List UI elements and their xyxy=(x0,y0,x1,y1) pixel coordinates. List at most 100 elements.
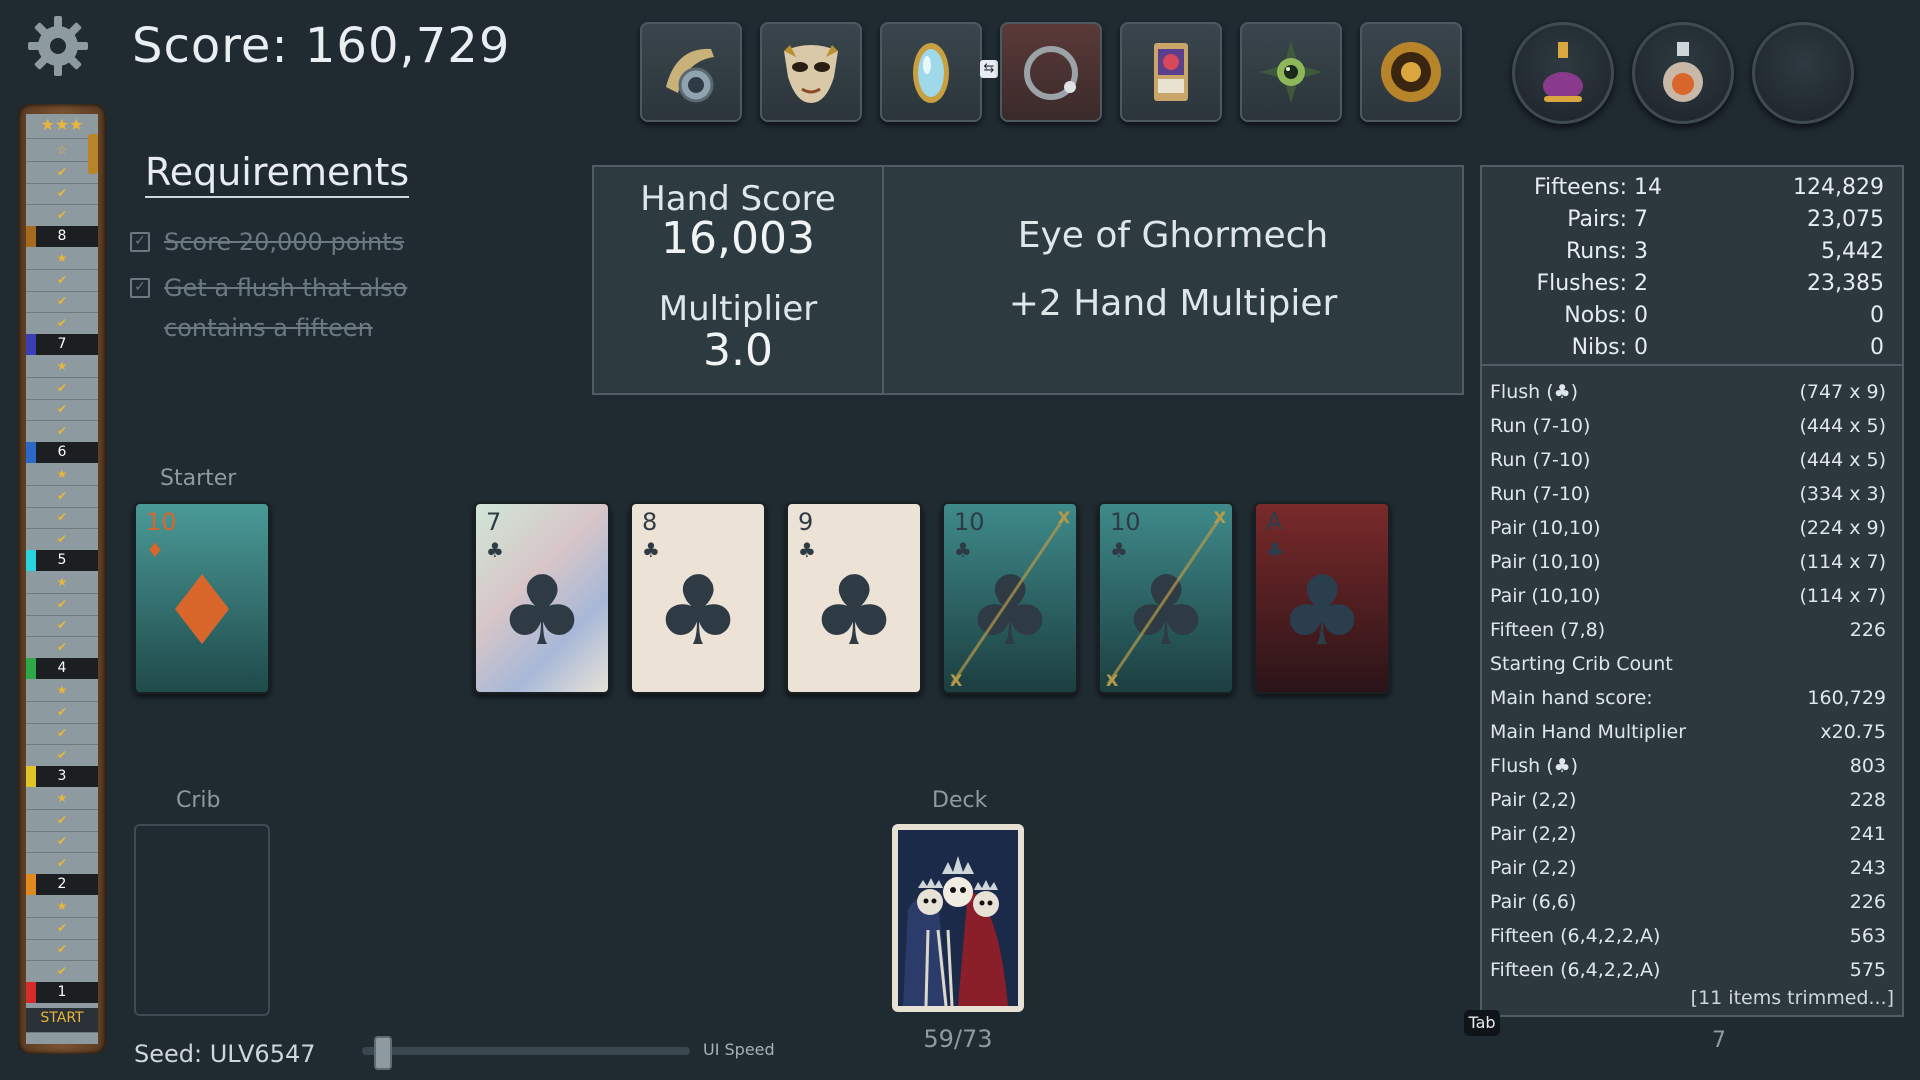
breakdown-row: Pair (2,2) 241 xyxy=(1490,823,1894,855)
breakdown-row: Pair (2,2) 243 xyxy=(1490,857,1894,889)
breakdown-value: x20.75 xyxy=(1820,721,1886,743)
track-level-marker: 7 xyxy=(26,334,98,355)
ui-speed-slider-track[interactable] xyxy=(362,1047,690,1055)
breakdown-label: Flush (♣) xyxy=(1490,381,1579,403)
breakdown-row: Run (7-10) (444 x 5) xyxy=(1490,415,1894,447)
breakdown-value: 575 xyxy=(1849,959,1886,981)
hand-score-panel: Hand Score 16,003 Multiplier 3.0 Eye of … xyxy=(592,165,1464,395)
club-suit-icon: ♣ xyxy=(654,555,742,667)
check-icon: ✔ xyxy=(26,615,98,637)
breakdown-value: (334 x 3) xyxy=(1799,483,1886,505)
check-icon: ✔ xyxy=(26,378,98,400)
stat-row: Pairs: 7 23,075 xyxy=(1482,207,1902,239)
score-breakdown-panel[interactable]: Fifteens: 14 124,829 Pairs: 7 23,075 Runs: 3 5,4… xyxy=(1480,165,1904,1017)
breakdown-label: Flush (♣) xyxy=(1490,755,1579,777)
breakdown-label: Pair (10,10) xyxy=(1490,551,1601,573)
mark-x: X xyxy=(1057,508,1070,527)
empty-potion-slot[interactable] xyxy=(1752,22,1854,124)
star-check-icon: ★ xyxy=(26,896,98,918)
seed-text: Seed: ULV6547 xyxy=(134,1040,316,1068)
check-icon: ✔ xyxy=(26,745,98,767)
crib-slot[interactable] xyxy=(134,824,270,1016)
swap-icon[interactable]: ⇆ xyxy=(980,60,998,78)
hand-card[interactable]: 7 ♣ ♣ xyxy=(474,502,610,694)
stat-value: 124,829 xyxy=(1793,175,1884,200)
breakdown-label: Pair (10,10) xyxy=(1490,585,1601,607)
stat-name: Flushes: xyxy=(1536,271,1627,296)
stat-value: 5,442 xyxy=(1821,239,1884,264)
check-icon: ✔ xyxy=(26,183,98,205)
stat-row: Nibs: 0 0 xyxy=(1482,335,1902,367)
check-icon: ✔ xyxy=(26,291,98,313)
orange-potion-icon[interactable] xyxy=(1632,22,1734,124)
breakdown-value: 226 xyxy=(1849,891,1886,913)
stat-value: 23,075 xyxy=(1807,207,1884,232)
stat-value: 0 xyxy=(1870,335,1884,360)
deck-label: Deck xyxy=(932,788,988,813)
breakdown-value: 803 xyxy=(1849,755,1886,777)
card-rank: 9 xyxy=(798,508,814,536)
hand-card[interactable]: 9 ♣ ♣ xyxy=(786,502,922,694)
check-icon: ✔ xyxy=(26,918,98,940)
breakdown-value: 241 xyxy=(1849,823,1886,845)
breakdown-row: Run (7-10) (334 x 3) xyxy=(1490,483,1894,515)
check-icon: ✔ xyxy=(26,961,98,983)
settings-gear-icon[interactable] xyxy=(26,14,90,78)
ui-speed-label: UI Speed xyxy=(703,1040,775,1059)
star-check-icon: ★ xyxy=(26,356,98,378)
purple-potion-icon[interactable] xyxy=(1512,22,1614,124)
breakdown-value: (444 x 5) xyxy=(1799,415,1886,437)
hand-card[interactable]: 8 ♣ ♣ xyxy=(630,502,766,694)
breakdown-row: Pair (10,10) (114 x 7) xyxy=(1490,551,1894,583)
ui-speed-slider-thumb[interactable] xyxy=(374,1036,393,1070)
stat-count: 7 xyxy=(1634,207,1648,232)
deck-pile[interactable] xyxy=(892,824,1024,1012)
breakdown-value: 226 xyxy=(1849,619,1886,641)
check-icon: ✔ xyxy=(26,702,98,724)
card-rank: A xyxy=(1266,508,1283,536)
starter-label: Starter xyxy=(160,466,237,491)
stat-value: 0 xyxy=(1870,303,1884,328)
hand-card[interactable]: 10 ♣ ♣ X X xyxy=(1098,502,1234,694)
hand-card[interactable]: 10 ♣ ♣ X X xyxy=(942,502,1078,694)
track-level-marker: 4 xyxy=(26,658,98,679)
breakdown-row: Pair (2,2) 228 xyxy=(1490,789,1894,821)
discard-cross-mark xyxy=(1106,511,1226,685)
discard-cross-mark xyxy=(950,511,1070,685)
breakdown-value: (114 x 7) xyxy=(1799,551,1886,573)
hand-card[interactable]: A ♣ ♣ xyxy=(1254,502,1390,694)
stat-name: Nobs: xyxy=(1564,303,1627,328)
stat-count: 14 xyxy=(1634,175,1662,200)
track-level-marker: 3 xyxy=(26,766,98,787)
breakdown-row: Fifteen (6,4,2,2,A) 563 xyxy=(1490,925,1894,957)
club-suit-icon: ♣ xyxy=(1278,555,1366,667)
breakdown-row: Starting Crib Count xyxy=(1490,653,1894,685)
ring-relic-icon[interactable] xyxy=(1000,22,1102,122)
requirement-item: ✓ Get a flush that also xyxy=(130,274,407,302)
eye-relic-icon[interactable] xyxy=(1240,22,1342,122)
track-level-marker: 2 xyxy=(26,874,98,895)
breakdown-label: Pair (10,10) xyxy=(1490,517,1601,539)
breakdown-label: Main hand score: xyxy=(1490,687,1653,709)
stat-name: Runs: xyxy=(1565,239,1627,264)
breakdown-value: (224 x 9) xyxy=(1799,517,1886,539)
card-relic-icon[interactable] xyxy=(1120,22,1222,122)
starter-card[interactable]: 10 ♦ ♦ xyxy=(134,502,270,694)
stat-name: Fifteens: xyxy=(1533,175,1627,200)
breakdown-value: 160,729 xyxy=(1807,687,1886,709)
breakdown-row: Flush (♣) (747 x 9) xyxy=(1490,381,1894,413)
mirror-relic-icon[interactable] xyxy=(880,22,982,122)
checkbox-icon: ✓ xyxy=(130,232,150,252)
breakdown-label: Pair (6,6) xyxy=(1490,891,1577,913)
check-icon: ✔ xyxy=(26,421,98,443)
stat-count: 0 xyxy=(1634,335,1648,360)
tab-key-hint[interactable]: Tab xyxy=(1464,1010,1500,1036)
breakdown-row: Flush (♣) 803 xyxy=(1490,755,1894,787)
sun-emblem-relic-icon[interactable] xyxy=(1360,22,1462,122)
horn-relic-icon[interactable] xyxy=(640,22,742,122)
breakdown-label: Pair (2,2) xyxy=(1490,857,1577,879)
mask-relic-icon[interactable] xyxy=(760,22,862,122)
breakdown-label: Run (7-10) xyxy=(1490,483,1591,505)
checkbox-icon: ✓ xyxy=(130,278,150,298)
check-icon: ✔ xyxy=(26,529,98,551)
